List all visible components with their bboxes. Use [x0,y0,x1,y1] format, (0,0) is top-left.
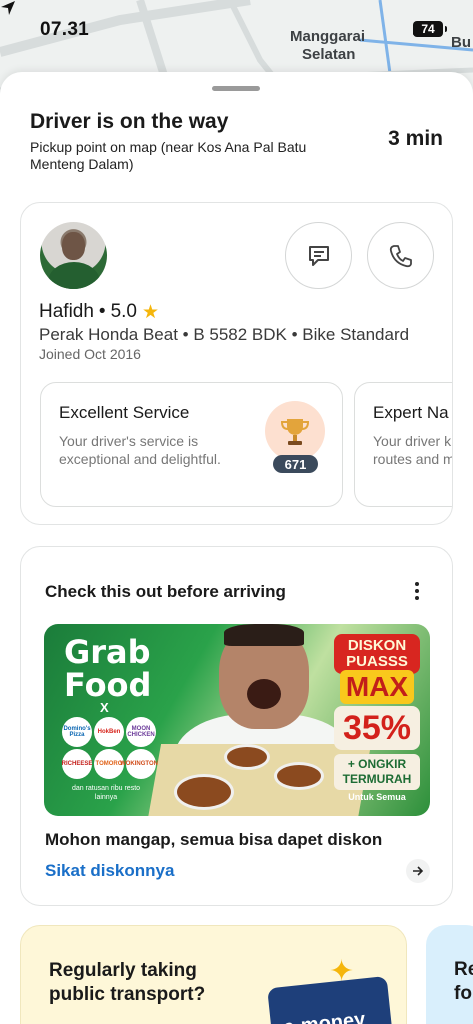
status-icons: 74 [413,21,447,37]
partner-logo-richeese: RICHEESE [62,749,92,779]
map-label-bu: Bu [451,34,471,51]
grabfood-logo: Grab Food [64,633,152,704]
secondary-promo-text: Re fo [454,959,473,1004]
driver-name: Hafidh [39,301,94,322]
compliment-card-expert-navigation[interactable]: Expert Na Your driver k routes and m [354,382,453,507]
banner-dish [274,762,324,790]
sheet-drag-handle[interactable] [212,86,260,91]
grabfood-promo-banner[interactable]: Grab Food X Domino's Pizza HokBen MOON C… [44,624,430,816]
promo-card: Check this out before arriving Grab Food… [20,546,453,906]
compliment-title: Expert Na [373,403,449,422]
discount-percent-label: 35% [334,706,420,750]
banner-dish [174,774,234,810]
name-separator: • [98,301,106,322]
star-icon: ★ [142,301,160,323]
avatar-body [48,262,100,289]
driver-avatar[interactable] [40,222,107,289]
pickup-point-text: Pickup point on map (near Kos Ana Pal Ba… [30,139,307,172]
ongkir-label: + ONGKIR TERMURAH [334,754,420,790]
compliment-card-excellent-service[interactable]: Excellent Service Your driver's service … [40,382,343,507]
status-time: 07.31 [40,19,90,40]
location-arrow-icon [1,1,15,15]
compliment-count-badge: 671 [273,455,318,473]
partner-logo-dominos: Domino's Pizza [62,717,92,747]
trip-status-title: Driver is on the way [30,110,229,133]
map-label-selatan: Selatan [302,46,356,63]
more-options-icon[interactable] [412,580,422,602]
diskon-puasss-label: DISKON PUASSS [334,634,420,674]
max-label: MAX [340,670,414,704]
trip-sheet: Driver is on the way Pickup point on map… [0,72,473,1024]
vehicle-info: Perak Honda Beat • B 5582 BDK • Bike Sta… [39,325,410,344]
banner-dish [224,744,270,770]
public-transport-card[interactable]: Regularly taking public transport? ✦ e-m… [20,925,407,1024]
banner-model-mouth [247,679,281,709]
trophy-icon [265,401,325,461]
map-label-manggarai: Manggarai [290,28,366,45]
public-transport-text: Regularly taking public transport? [49,960,206,1005]
chat-icon [308,245,329,266]
chat-button[interactable] [285,222,352,289]
call-button[interactable] [367,222,434,289]
partner-logo-wokingtons: WOKINGTONS [120,749,162,779]
emoney-label: e-money [282,1008,367,1024]
driver-name-row: Hafidh • 5.0 ★ [39,301,159,323]
eta-label: 3 min [388,127,443,150]
driver-rating: 5.0 [110,301,137,322]
compliment-description: Your driver k routes and m [373,433,453,467]
promo-cta-link[interactable]: Sikat diskonnya [45,861,174,881]
phone-icon [389,244,412,267]
secondary-promo-card[interactable]: Re fo [426,925,473,1024]
promo-section-title: Check this out before arriving [45,582,286,601]
compliment-description: Your driver's service is exceptional and… [59,433,221,467]
banner-subtext: dan ratusan ribu resto lainnya [71,785,141,801]
avatar-head [62,232,85,260]
compliment-title: Excellent Service [59,403,190,422]
joined-date: Joined Oct 2016 [39,346,141,362]
battery-icon: 74 [413,21,447,37]
banner-x-mark: X [100,700,109,715]
banner-model-hair [224,624,304,646]
partner-logo-moon-chicken: MOON CHICKEN [126,717,156,747]
driver-card: Hafidh • 5.0 ★ Perak Honda Beat • B 5582… [20,202,453,525]
arrow-right-icon[interactable] [406,859,430,883]
untuk-semua-label: Untuk Semua [348,792,406,802]
partner-logo-hokben: HokBen [94,717,124,747]
emoney-card-image: e-money [267,975,395,1024]
promo-title: Mohon mangap, semua bisa dapet diskon [45,830,383,849]
